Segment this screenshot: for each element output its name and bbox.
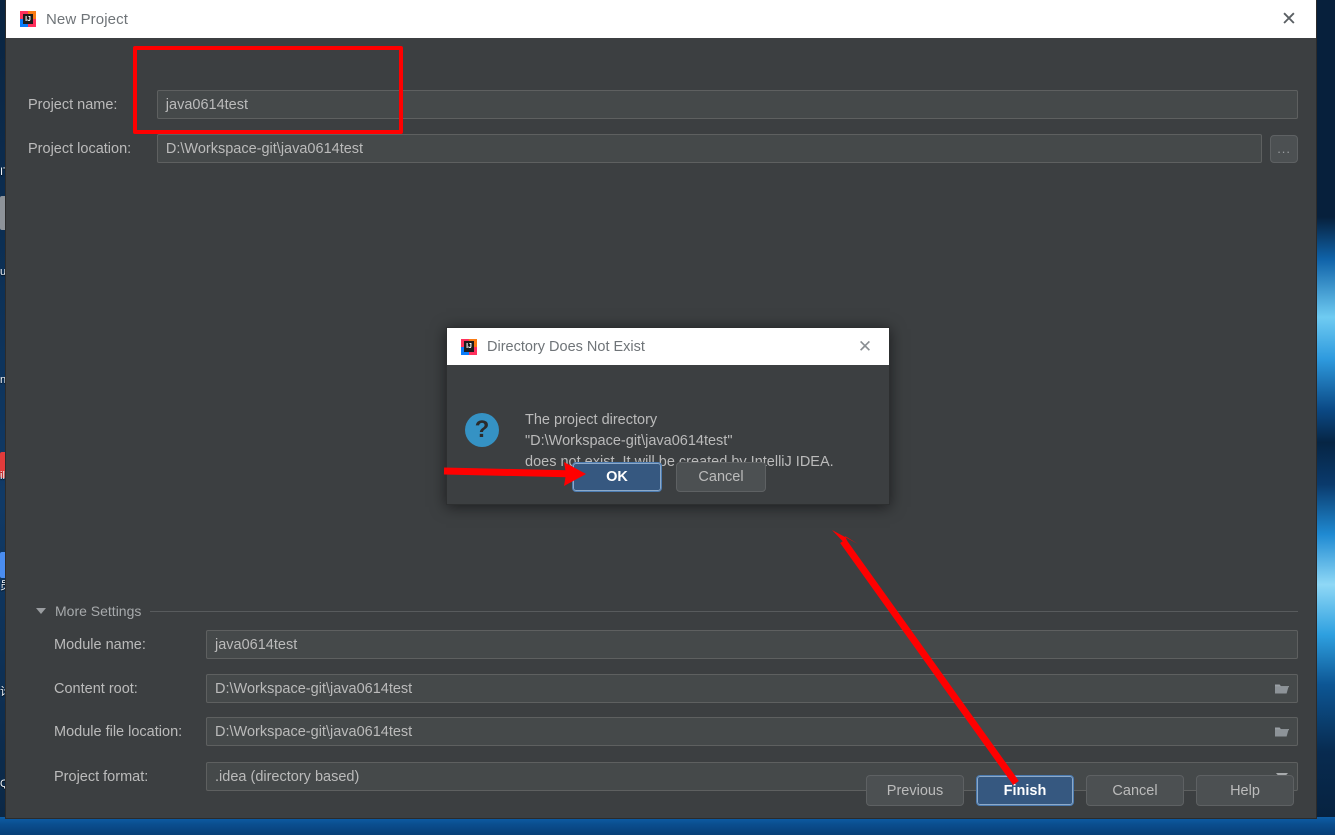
modal-ok-button[interactable]: OK <box>572 462 662 492</box>
triangle-down-icon[interactable] <box>36 608 46 614</box>
dialog-button-bar: Previous Finish Cancel Help <box>6 775 1316 806</box>
browse-project-location-button[interactable]: ... <box>1270 135 1298 163</box>
cancel-button[interactable]: Cancel <box>1086 775 1184 806</box>
module-file-location-label: Module file location: <box>54 724 206 740</box>
modal-body: ? The project directory "D:\Workspace-gi… <box>447 365 889 506</box>
folder-icon[interactable] <box>1268 674 1296 703</box>
more-settings-section-header[interactable]: More Settings <box>36 601 1298 621</box>
window-titlebar: IJ New Project ✕ <box>6 0 1316 38</box>
project-location-label: Project location: <box>28 141 155 157</box>
module-file-location-row: Module file location: D:\Workspace-git\j… <box>54 717 1298 746</box>
project-location-row: Project location: D:\Workspace-git\java0… <box>28 134 1298 163</box>
modal-title: Directory Does Not Exist <box>487 339 645 355</box>
taskbar[interactable] <box>0 817 1335 835</box>
modal-titlebar: IJ Directory Does Not Exist ✕ <box>447 328 889 365</box>
intellij-idea-icon: IJ <box>461 339 477 355</box>
module-name-row: Module name: java0614test <box>54 630 1298 659</box>
module-name-input[interactable]: java0614test <box>206 630 1298 659</box>
content-root-row: Content root: D:\Workspace-git\java0614t… <box>54 674 1298 703</box>
project-name-row: Project name: java0614test <box>28 90 1298 119</box>
content-root-label: Content root: <box>54 681 206 697</box>
previous-button[interactable]: Previous <box>866 775 964 806</box>
content-root-input[interactable]: D:\Workspace-git\java0614test <box>206 674 1298 703</box>
question-mark-icon: ? <box>465 413 499 447</box>
help-button[interactable]: Help <box>1196 775 1294 806</box>
modal-button-bar: OK Cancel <box>447 462 891 492</box>
project-location-input[interactable]: D:\Workspace-git\java0614test <box>157 134 1262 163</box>
module-file-location-input[interactable]: D:\Workspace-git\java0614test <box>206 717 1298 746</box>
more-settings-label: More Settings <box>55 603 141 619</box>
intellij-idea-icon: IJ <box>20 11 36 27</box>
close-icon[interactable]: ✕ <box>853 335 877 359</box>
finish-button[interactable]: Finish <box>976 775 1074 806</box>
module-name-label: Module name: <box>54 637 206 653</box>
window-title: New Project <box>46 11 128 28</box>
section-divider <box>150 611 1298 612</box>
project-name-label: Project name: <box>28 97 155 113</box>
modal-cancel-button[interactable]: Cancel <box>676 462 766 492</box>
folder-icon[interactable] <box>1268 717 1296 746</box>
directory-does-not-exist-dialog: IJ Directory Does Not Exist ✕ ? The proj… <box>446 327 890 505</box>
close-icon[interactable]: ✕ <box>1276 6 1302 32</box>
project-name-input[interactable]: java0614test <box>157 90 1298 119</box>
